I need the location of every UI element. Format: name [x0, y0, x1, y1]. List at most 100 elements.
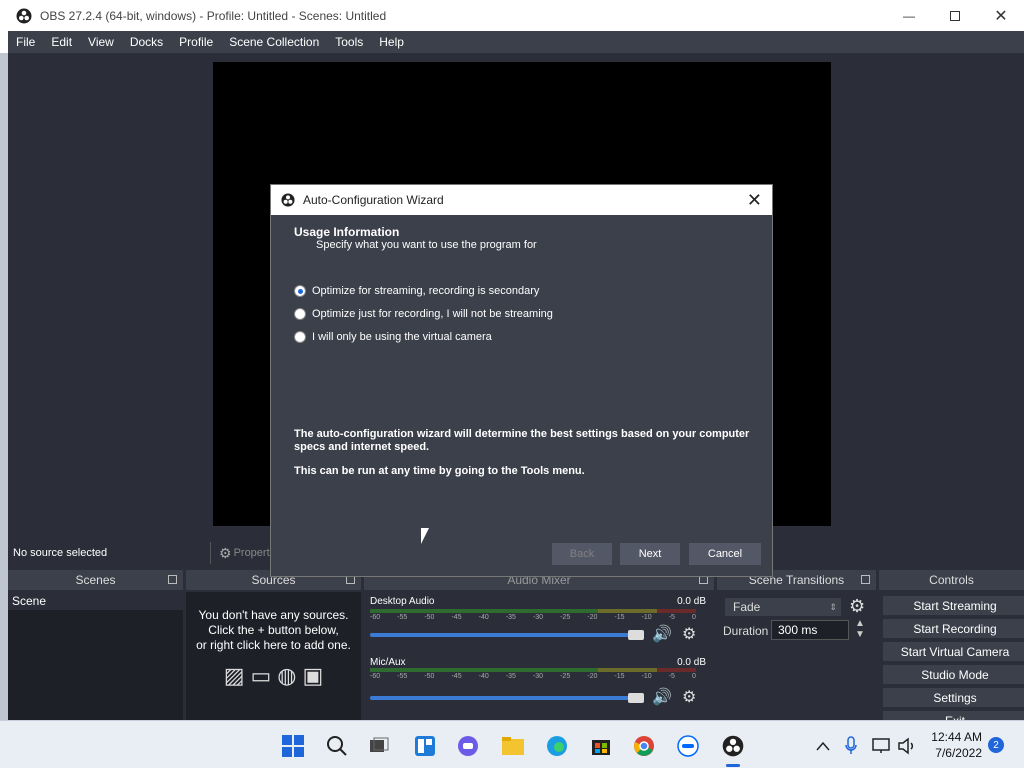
volume-icon[interactable] — [894, 733, 920, 759]
minimize-button[interactable]: — — [886, 0, 932, 31]
transition-select[interactable]: Fade ⇕ — [725, 598, 841, 616]
tick-label: -10 — [641, 614, 652, 621]
tick-label: -25 — [560, 673, 571, 680]
globe-icon: ◍ — [277, 663, 297, 688]
spin-arrows-icon[interactable]: ▲ ▼ — [855, 618, 865, 640]
cancel-button[interactable]: Cancel — [689, 543, 761, 565]
channel-name: Desktop Audio — [370, 596, 435, 607]
tick-label: -40 — [478, 673, 489, 680]
search-icon[interactable] — [324, 733, 350, 759]
file-explorer-icon[interactable] — [500, 733, 526, 759]
undock-icon[interactable] — [346, 575, 355, 584]
menu-tools[interactable]: Tools — [327, 35, 371, 49]
settings-button[interactable]: Settings — [883, 688, 1024, 707]
system-clock[interactable]: 12:44 AM 7/6/2022 — [931, 729, 982, 761]
option-recording[interactable]: Optimize just for recording, I will not … — [294, 308, 553, 320]
next-button[interactable]: Next — [620, 543, 680, 565]
channel-db: 0.0 dB — [677, 596, 706, 607]
task-view-icon[interactable] — [366, 733, 392, 759]
start-recording-button[interactable]: Start Recording — [883, 619, 1024, 638]
audio-mixer-dock: Audio Mixer Desktop Audio 0.0 dB -60 -55-… — [364, 570, 714, 720]
tick-label: -55 — [397, 614, 408, 621]
store-icon[interactable] — [588, 733, 614, 759]
radio-icon[interactable] — [294, 308, 306, 320]
menu-help[interactable]: Help — [371, 35, 412, 49]
sources-list[interactable]: You don't have any sources. Click the + … — [186, 592, 361, 720]
start-streaming-button[interactable]: Start Streaming — [883, 596, 1024, 615]
source-type-icons: ▨ ▭ ◍ ▣ — [186, 663, 361, 689]
edge-icon[interactable] — [544, 733, 570, 759]
option-streaming[interactable]: Optimize for streaming, recording is sec… — [294, 285, 539, 297]
chrome-icon[interactable] — [631, 733, 657, 759]
tick-label: -45 — [451, 673, 462, 680]
speaker-icon[interactable]: 🔊 — [652, 687, 672, 707]
auto-config-wizard-dialog: Auto-Configuration Wizard ✕ Usage Inform… — [271, 185, 772, 576]
undock-icon[interactable] — [699, 575, 708, 584]
volume-slider[interactable] — [370, 696, 634, 700]
tick-label: -30 — [532, 673, 544, 680]
undock-icon[interactable] — [168, 575, 177, 584]
chat-icon[interactable] — [455, 733, 481, 759]
dialog-title-bar: Auto-Configuration Wizard ✕ — [271, 185, 772, 215]
gear-icon[interactable]: ⚙ — [682, 687, 696, 707]
tick-label: -50 — [424, 614, 435, 621]
menu-scene-collection[interactable]: Scene Collection — [221, 35, 327, 49]
tick-label: -5 — [668, 614, 675, 621]
tick-label: 0 — [691, 614, 696, 621]
scenes-dock: Scenes Scene — [8, 570, 183, 720]
menu-edit[interactable]: Edit — [43, 35, 80, 49]
mouse-cursor-icon — [421, 528, 429, 544]
option-virtual-camera[interactable]: I will only be using the virtual camera — [294, 331, 492, 343]
close-button[interactable]: ✕ — [978, 0, 1024, 31]
gear-icon[interactable]: ⚙ — [849, 596, 865, 617]
window-title: OBS 27.2.4 (64-bit, windows) - Profile: … — [40, 8, 387, 23]
camera-icon: ▣ — [302, 663, 324, 688]
zalo-icon[interactable] — [675, 733, 701, 759]
network-icon[interactable] — [868, 733, 894, 759]
empty-line: Click the + button below, — [208, 623, 339, 637]
tick-label: -20 — [587, 673, 598, 680]
controls-header: Controls — [879, 570, 1024, 590]
radio-icon[interactable] — [294, 331, 306, 343]
exit-button[interactable]: Exit — [883, 711, 1024, 720]
dialog-close-icon[interactable]: ✕ — [747, 190, 762, 211]
maximize-button[interactable] — [932, 0, 978, 31]
tick-label: -25 — [560, 614, 571, 621]
option-label: Optimize just for recording, I will not … — [312, 308, 553, 320]
gear-icon[interactable]: ⚙ — [682, 624, 696, 644]
volume-slider-handle[interactable] — [628, 630, 644, 640]
menu-file[interactable]: File — [8, 35, 43, 49]
tick-label: -40 — [478, 614, 489, 621]
start-icon[interactable] — [280, 733, 306, 759]
dialog-heading: Usage Information — [294, 225, 400, 239]
duration-spinbox[interactable]: 300 ms — [771, 620, 849, 640]
controls-title: Controls — [929, 573, 974, 587]
speaker-icon[interactable]: 🔊 — [652, 624, 672, 644]
meter-ticks: -60 -55 -50 -45 -40 -35 -30 -25 -20 -15 -10 -5 0 — [370, 614, 696, 621]
start-virtual-camera-button[interactable]: Start Virtual Camera — [883, 642, 1024, 661]
studio-mode-button[interactable]: Studio Mode — [883, 665, 1024, 684]
active-indicator — [726, 764, 740, 767]
chevron-up-icon[interactable] — [810, 733, 836, 759]
obs-logo-icon — [281, 193, 295, 207]
back-button[interactable]: Back — [552, 543, 612, 565]
list-item[interactable]: Scene — [8, 592, 183, 610]
microphone-icon[interactable] — [838, 733, 864, 759]
undock-icon[interactable] — [861, 575, 870, 584]
transitions-body: Fade ⇕ ⚙ Duration 300 ms ▲ ▼ — [717, 592, 876, 720]
scenes-list[interactable]: Scene — [8, 592, 183, 720]
sources-empty-message: You don't have any sources. Click the + … — [186, 592, 361, 653]
radio-selected-icon[interactable] — [294, 285, 306, 297]
obs-taskbar-icon[interactable] — [720, 733, 746, 759]
tick-label: -15 — [614, 614, 625, 621]
menu-view[interactable]: View — [80, 35, 122, 49]
menu-profile[interactable]: Profile — [171, 35, 221, 49]
scenes-title: Scenes — [75, 573, 116, 587]
volume-slider[interactable] — [370, 633, 634, 637]
volume-slider-handle[interactable] — [628, 693, 644, 703]
widgets-icon[interactable] — [412, 733, 438, 759]
info-text-1: The auto-configuration wizard will deter… — [294, 428, 750, 453]
menu-bar: File Edit View Docks Profile Scene Colle… — [8, 31, 1024, 53]
menu-docks[interactable]: Docks — [122, 35, 171, 49]
notification-badge[interactable]: 2 — [988, 737, 1004, 753]
